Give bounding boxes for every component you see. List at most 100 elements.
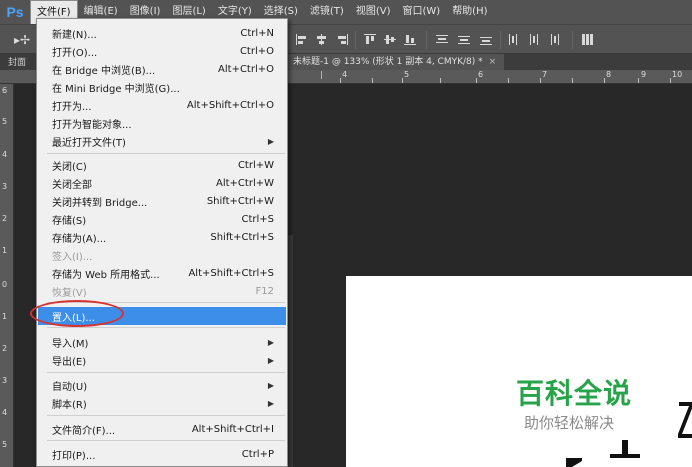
ruler-tick-label: 6	[2, 86, 8, 95]
menu-item-save-for-web[interactable]: 存储为 Web 所用格式... Alt+Shift+Ctrl+S	[38, 264, 286, 282]
ruler-mark	[540, 78, 541, 83]
ruler-mark	[340, 78, 341, 83]
menu-item-shortcut: Ctrl+O	[239, 45, 274, 57]
ruler-tick-label: 5	[2, 440, 8, 449]
menu-view[interactable]: 视图(V)	[350, 0, 397, 24]
toolbar-separator	[355, 31, 356, 49]
menu-item-scripts[interactable]: 脚本(R) ▶	[38, 394, 286, 412]
align-top-edges-icon[interactable]	[364, 34, 376, 45]
menu-item-revert: 恢复(V) F12	[38, 282, 286, 300]
align-right-edges-icon[interactable]	[336, 34, 348, 45]
menu-item-import[interactable]: 导入(M) ▶	[38, 333, 286, 351]
move-tool-icon[interactable]: ▸✢	[14, 33, 30, 47]
menu-item-shortcut: Ctrl+P	[241, 448, 274, 460]
menu-item-label: 在 Bridge 中浏览(B)...	[52, 65, 156, 77]
menu-item-close-all[interactable]: 关闭全部 Alt+Ctrl+W	[38, 174, 286, 192]
ruler-mark	[638, 78, 639, 83]
ruler-tick-label: 4	[342, 70, 348, 79]
ruler-mark	[670, 78, 671, 83]
auto-align-layers-icon[interactable]	[582, 34, 594, 45]
ruler-tick-label: 5	[404, 70, 410, 79]
menu-item-label: 打开为智能对象...	[52, 119, 132, 131]
close-icon[interactable]: ×	[489, 57, 497, 67]
ruler-tick-label: 3	[2, 376, 8, 385]
menu-item-save-as[interactable]: 存储为(A)... Shift+Ctrl+S	[38, 228, 286, 246]
menu-item-label: 最近打开文件(T)	[52, 137, 126, 149]
menu-help[interactable]: 帮助(H)	[446, 0, 493, 24]
annotation-highlight-oval	[30, 300, 124, 327]
menu-item-shortcut: Alt+Shift+Ctrl+I	[191, 423, 274, 435]
watermark-title: 百科全说	[516, 377, 633, 410]
menu-item-automate[interactable]: 自动(U) ▶	[38, 376, 286, 394]
ruler-mark	[372, 78, 373, 83]
ruler-mark	[402, 78, 403, 83]
ruler-mark	[440, 78, 441, 83]
menu-item-close[interactable]: 关闭(C) Ctrl+W	[38, 156, 286, 174]
tab-untitled-document[interactable]: 未标题-1 @ 133% (形状 1 副本 4, CMYK/8) * ×	[287, 54, 505, 70]
vertical-ruler: 6 5 4 3 2 1 0 1 2 3 4 5	[0, 84, 14, 467]
ruler-tick-label: 1	[2, 312, 8, 321]
menu-separator	[47, 327, 285, 328]
menu-item-label: 在 Mini Bridge 中浏览(G)...	[52, 83, 180, 95]
tab-cover[interactable]: 封面	[8, 55, 26, 68]
menu-item-shortcut: F12	[255, 285, 274, 297]
submenu-arrow-icon: ▶	[267, 337, 274, 347]
menu-item-shortcut: Alt+Shift+Ctrl+S	[188, 267, 274, 279]
distribute-vertical-centers-icon[interactable]	[458, 34, 470, 45]
menu-item-label: 关闭全部	[52, 179, 92, 191]
menu-item-browse-in-mini-bridge[interactable]: 在 Mini Bridge 中浏览(G)...	[38, 78, 286, 96]
distribute-top-icon[interactable]	[436, 34, 448, 45]
ruler-tick-label: 4	[2, 408, 8, 417]
menu-separator	[47, 440, 285, 441]
distribute-right-icon[interactable]	[548, 34, 560, 45]
ruler-tick-label: 9	[641, 70, 647, 79]
ruler-tick-label: 5	[2, 117, 8, 126]
menu-item-label: 存储(S)	[52, 215, 87, 227]
menu-item-shortcut: Ctrl+W	[237, 159, 274, 171]
ruler-tick-label: 0	[2, 280, 8, 289]
canvas-shape-glyph	[566, 440, 640, 467]
canvas-shape-glyph	[678, 402, 692, 438]
menu-item-new[interactable]: 新建(N)... Ctrl+N	[38, 24, 286, 42]
submenu-arrow-icon: ▶	[267, 380, 274, 390]
menu-item-print[interactable]: 打印(P)... Ctrl+P	[38, 445, 286, 463]
align-bottom-edges-icon[interactable]	[404, 34, 416, 45]
menu-item-save[interactable]: 存储(S) Ctrl+S	[38, 210, 286, 228]
align-horizontal-centers-icon[interactable]	[316, 34, 328, 45]
submenu-arrow-icon: ▶	[267, 355, 274, 365]
menu-window[interactable]: 窗口(W)	[396, 0, 446, 24]
menu-item-file-info[interactable]: 文件简介(F)... Alt+Shift+Ctrl+I	[38, 420, 286, 438]
menu-filter[interactable]: 滤镜(T)	[304, 0, 350, 24]
menu-item-open-as[interactable]: 打开为... Alt+Shift+Ctrl+O	[38, 96, 286, 114]
toolbar-separator	[500, 31, 501, 49]
ruler-tick-label: 2	[2, 214, 8, 223]
ruler-tick-label: |	[320, 70, 323, 79]
ruler-tick-label: 7	[542, 70, 548, 79]
menu-item-recent-files[interactable]: 最近打开文件(T) ▶	[38, 132, 286, 150]
submenu-arrow-icon: ▶	[267, 398, 274, 408]
menu-item-shortcut: Alt+Shift+Ctrl+O	[186, 99, 274, 111]
menu-item-label: 自动(U)	[52, 381, 88, 393]
ruler-tick-label: 1	[2, 246, 8, 255]
toolbar-separator	[572, 31, 573, 49]
menu-item-open[interactable]: 打开(O)... Ctrl+O	[38, 42, 286, 60]
menu-item-label: 关闭(C)	[52, 161, 87, 173]
file-menu-dropdown: 新建(N)... Ctrl+N 打开(O)... Ctrl+O 在 Bridge 中…	[36, 18, 288, 467]
distribute-horizontal-centers-icon[interactable]	[528, 34, 540, 45]
menu-item-label: 打开(O)...	[52, 47, 98, 59]
align-vertical-centers-icon[interactable]	[384, 34, 396, 45]
align-left-edges-icon[interactable]	[296, 34, 308, 45]
menu-item-shortcut: Shift+Ctrl+W	[206, 195, 274, 207]
distribute-bottom-icon[interactable]	[480, 34, 492, 45]
document-tab-title: 未标题-1 @ 133% (形状 1 副本 4, CMYK/8) *	[293, 57, 483, 67]
menu-item-open-as-smart-object[interactable]: 打开为智能对象...	[38, 114, 286, 132]
ruler-tick-label: 10	[672, 70, 683, 79]
menu-item-label: 脚本(R)	[52, 399, 87, 411]
menu-item-label: 存储为(A)...	[52, 233, 107, 245]
distribute-left-icon[interactable]	[508, 34, 520, 45]
menu-item-export[interactable]: 导出(E) ▶	[38, 351, 286, 369]
watermark-subtitle: 助你轻松解决	[524, 414, 615, 432]
menu-item-label: 恢复(V)	[52, 287, 87, 299]
menu-item-browse-in-bridge[interactable]: 在 Bridge 中浏览(B)... Alt+Ctrl+O	[38, 60, 286, 78]
menu-item-close-and-go-to-bridge[interactable]: 关闭并转到 Bridge... Shift+Ctrl+W	[38, 192, 286, 210]
